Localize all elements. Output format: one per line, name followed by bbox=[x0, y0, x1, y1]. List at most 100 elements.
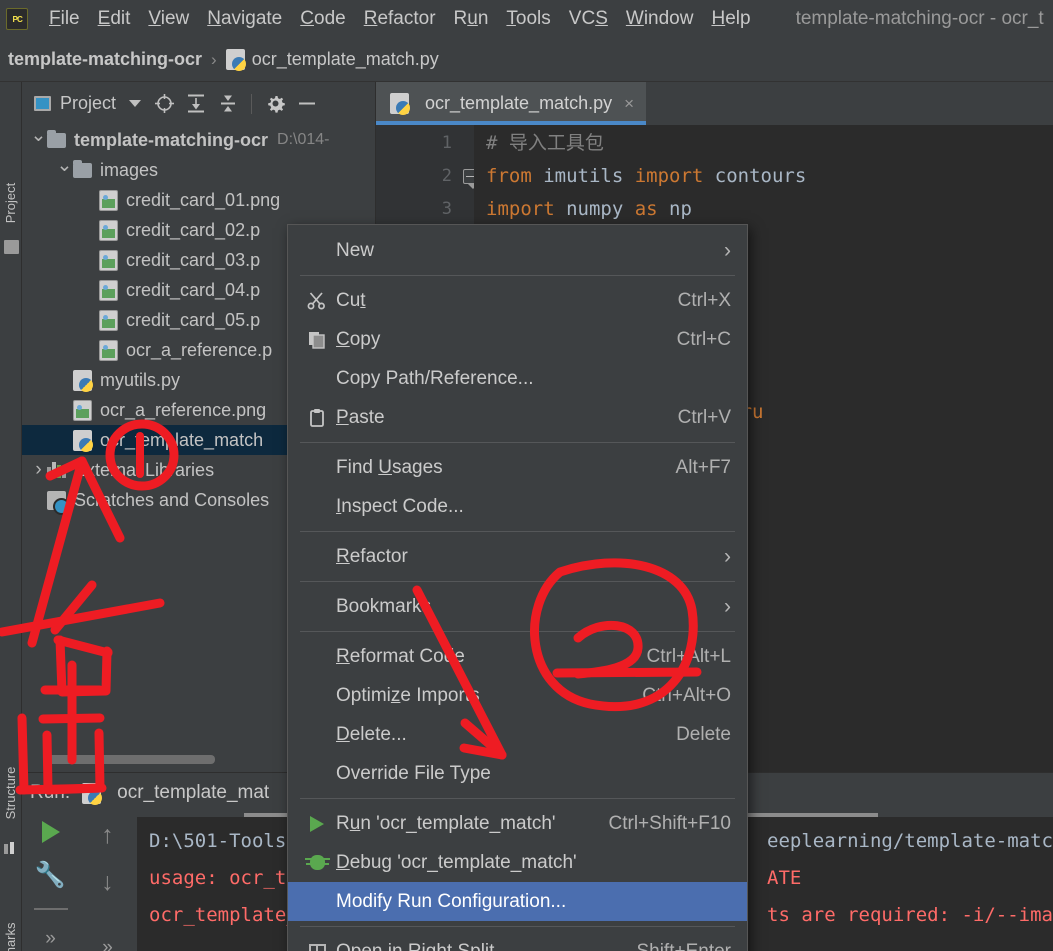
tool-tab-bookmarks[interactable]: Bookmarks bbox=[0, 909, 22, 951]
library-icon bbox=[47, 462, 66, 478]
console-line-right: ts are required: -i/--imag bbox=[767, 904, 1053, 926]
scratches-icon bbox=[47, 490, 70, 515]
image-file-icon bbox=[99, 309, 118, 331]
image-file-icon bbox=[99, 339, 118, 361]
more-icon[interactable]: » bbox=[102, 937, 113, 951]
pycharm-logo-text: PC bbox=[12, 14, 22, 24]
breadcrumb-project[interactable]: template-matching-ocr bbox=[8, 49, 202, 70]
tree-row-label: template-matching-ocr bbox=[74, 129, 269, 150]
close-icon[interactable]: × bbox=[624, 94, 634, 114]
rerun-icon[interactable] bbox=[41, 821, 60, 843]
project-view-icon bbox=[34, 96, 51, 111]
menu-item-file[interactable]: File bbox=[40, 8, 89, 30]
chevron-right-icon[interactable] bbox=[30, 459, 47, 481]
run-panel-label: Run: bbox=[30, 782, 71, 803]
context-menu-item[interactable]: Debug 'ocr_template_match' bbox=[288, 843, 747, 882]
context-menu-item[interactable]: New › bbox=[288, 231, 747, 270]
editor-tab-ocr-template-match[interactable]: ocr_template_match.py × bbox=[376, 82, 647, 125]
context-menu-item-label: New bbox=[336, 239, 375, 261]
menu-item-tools[interactable]: Tools bbox=[497, 8, 559, 30]
scroll-down-icon[interactable]: ↓ bbox=[101, 868, 114, 897]
tree-row[interactable]: credit_card_01.png bbox=[22, 185, 376, 215]
context-menu-item[interactable]: Copy Path/Reference... bbox=[288, 359, 747, 398]
image-file-icon bbox=[99, 189, 118, 211]
context-menu-item[interactable]: Copy Ctrl+C bbox=[288, 320, 747, 359]
menu-item-edit[interactable]: Edit bbox=[89, 8, 140, 30]
chevron-down-icon[interactable] bbox=[129, 100, 142, 107]
context-menu-item[interactable]: Open in Right Split Shift+Enter bbox=[288, 932, 747, 951]
menu-item-refactor[interactable]: Refactor bbox=[355, 8, 445, 30]
project-window-icon bbox=[4, 240, 19, 254]
context-menu[interactable]: New › Cut Ctrl+X Copy Ctrl+C Copy Path/Referen… bbox=[287, 224, 748, 951]
code-token: import bbox=[634, 165, 715, 187]
context-menu-item-label: Find Usages bbox=[336, 456, 443, 478]
more-icon[interactable]: » bbox=[45, 928, 56, 950]
context-menu-item-label: Paste bbox=[336, 406, 385, 428]
menu-item-help[interactable]: Help bbox=[702, 8, 759, 30]
context-menu-item-shortcut: Ctrl+Shift+F10 bbox=[608, 812, 732, 834]
context-menu-item[interactable]: Reformat Code Ctrl+Alt+L bbox=[288, 637, 747, 676]
wrench-icon[interactable]: 🔧 bbox=[35, 861, 66, 890]
scroll-up-icon[interactable]: ↑ bbox=[101, 821, 114, 850]
menu-item-vcs[interactable]: VCS bbox=[560, 8, 617, 30]
chevron-down-icon[interactable] bbox=[30, 129, 47, 152]
chevron-right-icon: › bbox=[724, 594, 731, 618]
menu-separator bbox=[300, 631, 735, 632]
code-token: numpy bbox=[566, 198, 635, 220]
menu-separator bbox=[300, 275, 735, 276]
structure-window-icon bbox=[4, 842, 19, 856]
scissors-icon bbox=[298, 291, 336, 311]
copy-icon bbox=[298, 330, 336, 350]
tree-row-label: credit_card_03.p bbox=[126, 249, 261, 270]
gear-icon[interactable] bbox=[260, 89, 290, 119]
tree-row-label: ocr_a_reference.png bbox=[100, 399, 267, 420]
chevron-down-icon[interactable] bbox=[56, 159, 73, 182]
context-menu-item[interactable]: Modify Run Configuration... bbox=[288, 882, 747, 921]
console-line: D:\501-Tools\ bbox=[149, 830, 298, 852]
tree-row[interactable]: images bbox=[22, 155, 376, 185]
context-menu-item-label: Optimize Imports bbox=[336, 684, 480, 706]
breadcrumb-file[interactable]: ocr_template_match.py bbox=[252, 49, 439, 70]
context-menu-item[interactable]: Run 'ocr_template_match' Ctrl+Shift+F10 bbox=[288, 804, 747, 843]
menu-item-window[interactable]: Window bbox=[617, 8, 703, 30]
hide-icon[interactable] bbox=[292, 89, 322, 119]
expand-all-icon[interactable] bbox=[181, 89, 211, 119]
context-menu-item[interactable]: Optimize Imports Ctrl+Alt+O bbox=[288, 676, 747, 715]
context-menu-item[interactable]: Refactor › bbox=[288, 537, 747, 576]
context-menu-item[interactable]: Override File Type bbox=[288, 754, 747, 793]
context-menu-item[interactable]: Find Usages Alt+F7 bbox=[288, 448, 747, 487]
tool-tab-structure[interactable]: Structure bbox=[0, 753, 22, 833]
context-menu-item-label: Copy Path/Reference... bbox=[336, 367, 534, 389]
context-menu-item[interactable]: Bookmarks › bbox=[288, 587, 747, 626]
locate-icon[interactable] bbox=[149, 89, 179, 119]
tree-row[interactable]: template-matching-ocr D:\014- bbox=[22, 125, 376, 155]
project-horizontal-scrollbar[interactable] bbox=[47, 755, 215, 764]
tool-tab-project[interactable]: Project bbox=[0, 170, 22, 236]
context-menu-item[interactable]: Delete... Delete bbox=[288, 715, 747, 754]
tree-row-label: ocr_template_match bbox=[100, 429, 264, 450]
console-line: usage: ocr_te bbox=[149, 867, 298, 889]
menu-separator bbox=[300, 798, 735, 799]
menu-item-navigate[interactable]: Navigate bbox=[198, 8, 291, 30]
menu-item-view[interactable]: View bbox=[139, 8, 198, 30]
tree-row-label: credit_card_02.p bbox=[126, 219, 261, 240]
project-toolbar: Project bbox=[22, 82, 375, 125]
image-file-icon bbox=[99, 219, 118, 241]
split-icon bbox=[298, 944, 336, 951]
code-token: imutils bbox=[543, 165, 635, 187]
context-menu-item[interactable]: Inspect Code... bbox=[288, 487, 747, 526]
console-line: ocr_template_ bbox=[149, 904, 298, 926]
run-configuration-selector[interactable]: ocr_template_mat bbox=[82, 782, 269, 805]
context-menu-item-shortcut: Ctrl+Alt+O bbox=[642, 684, 731, 706]
breadcrumb: template-matching-ocr › ocr_template_mat… bbox=[0, 38, 1053, 82]
menu-item-run[interactable]: Run bbox=[445, 8, 498, 30]
context-menu-item-shortcut: Delete bbox=[676, 723, 731, 745]
menu-item-code[interactable]: Code bbox=[291, 8, 354, 30]
collapse-all-icon[interactable] bbox=[213, 89, 243, 119]
context-menu-item[interactable]: Cut Ctrl+X bbox=[288, 281, 747, 320]
context-menu-item[interactable]: Paste Ctrl+V bbox=[288, 398, 747, 437]
tree-row-label: images bbox=[100, 159, 159, 180]
project-title[interactable]: Project bbox=[34, 93, 142, 114]
context-menu-item-label: Delete... bbox=[336, 723, 407, 745]
context-menu-item-label: Refactor bbox=[336, 545, 408, 567]
